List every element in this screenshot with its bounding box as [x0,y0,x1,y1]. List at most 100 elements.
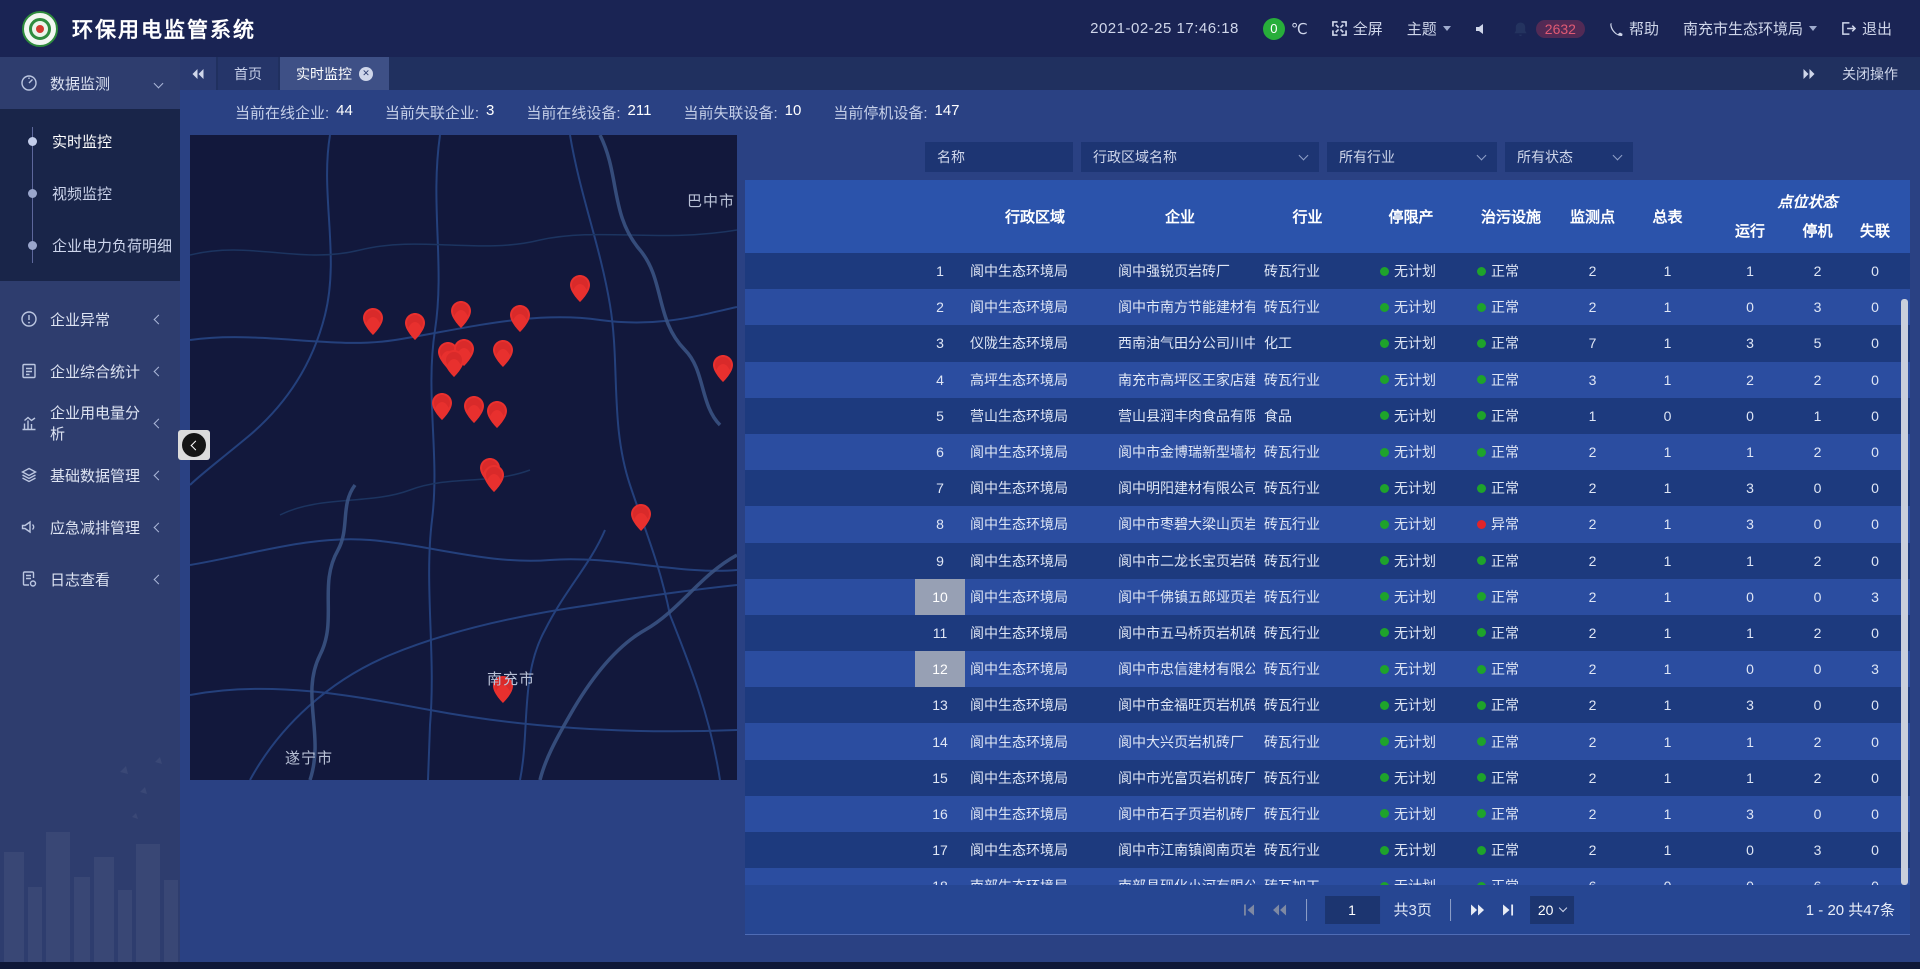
cell-company: 阆中大兴页岩机砖厂 [1105,732,1255,752]
sidebar-item-power-load-detail[interactable]: 企业电力负荷明细 [0,219,180,271]
sidebar-item-video-monitoring[interactable]: 视频监控 [0,167,180,219]
map-pin[interactable] [570,275,590,302]
map-pin[interactable] [432,393,452,420]
map-pin[interactable] [451,301,471,328]
bell-icon [1513,21,1528,37]
map-pin[interactable] [484,465,504,492]
cell-run: 0 [1710,589,1790,605]
tab-realtime-monitoring[interactable]: 实时监控 ✕ [280,57,389,90]
cell-region: 阆中生态环境局 [965,695,1105,715]
table-row[interactable]: 12 阆中生态环境局 阆中市忠信建材有限公 砖瓦行业 无计划 正常 2 1 0 … [745,651,1910,687]
cell-plan: 无计划 [1360,804,1462,824]
temperature-display: 0 ℃ [1263,18,1308,40]
first-page-button[interactable] [1241,903,1257,917]
cell-facility: 正常 [1462,623,1560,643]
cell-facility: 正常 [1462,261,1560,281]
map-pin[interactable] [487,401,507,428]
status-dot-icon [1477,375,1486,384]
fullscreen-button[interactable]: 全屏 [1332,18,1383,39]
col-run: 运行 [1710,214,1790,253]
map-pin[interactable] [444,350,464,377]
name-filter-input[interactable] [925,142,1073,172]
table-row[interactable]: 17 阆中生态环境局 阆中市江南镇阆南页岩 砖瓦行业 无计划 正常 2 1 0 … [745,832,1910,868]
next-page-button[interactable] [1469,903,1486,917]
table-row[interactable]: 4 高坪生态环境局 南充市高坪区王家店建 砖瓦行业 无计划 正常 3 1 2 2… [745,362,1910,398]
cell-company: 阆中强锐页岩砖厂 [1105,261,1255,281]
map[interactable]: 巴中市南充市遂宁市 [190,135,737,780]
cell-plan: 无计划 [1360,659,1462,679]
map-pin[interactable] [493,340,513,367]
help-button[interactable]: 帮助 [1609,18,1659,39]
table-row[interactable]: 14 阆中生态环境局 阆中大兴页岩机砖厂 砖瓦行业 无计划 正常 2 1 1 2… [745,723,1910,759]
close-tab-icon[interactable]: ✕ [359,67,373,81]
layers-icon [20,466,38,484]
chevron-left-icon [154,418,164,428]
cell-company: 阆中市光富页岩机砖厂 [1105,768,1255,788]
map-pin[interactable] [464,396,484,423]
sidebar-item-log-view[interactable]: 日志查看 [0,553,180,605]
table-row[interactable]: 10 阆中生态环境局 阆中千佛镇五郎垭页岩 砖瓦行业 无计划 正常 2 1 0 … [745,579,1910,615]
table-row[interactable]: 18 南部生态环境局 南部县砚化小河有限公 砖瓦加工 无计划 正常 6 0 0 … [745,868,1910,885]
sidebar-item-base-data[interactable]: 基础数据管理 [0,449,180,501]
cell-lost: 0 [1845,625,1905,641]
pagination-bar: 共3页 20 [745,885,1910,935]
cell-lost: 0 [1845,734,1905,750]
table-row[interactable]: 8 阆中生态环境局 阆中市枣碧大梁山页岩 砖瓦行业 无计划 异常 2 1 3 0… [745,506,1910,542]
prev-page-button[interactable] [1271,903,1288,917]
sidebar-item-realtime-monitoring[interactable]: 实时监控 [0,115,180,167]
table-row[interactable]: 15 阆中生态环境局 阆中市光富页岩机砖厂 砖瓦行业 无计划 正常 2 1 1 … [745,760,1910,796]
region-filter-select[interactable]: 行政区域名称 [1081,142,1319,172]
table-row[interactable]: 3 仪陇生态环境局 西南油气田分公司川中 化工 无计划 正常 7 1 3 5 0 [745,325,1910,361]
close-operations-button[interactable]: 关闭操作 [1842,64,1898,84]
double-chevron-right-icon[interactable] [1802,68,1816,80]
map-pin[interactable] [631,504,651,531]
industry-filter-select[interactable]: 所有行业 [1327,142,1497,172]
table-row[interactable]: 7 阆中生态环境局 阆中明阳建材有限公司 砖瓦行业 无计划 正常 2 1 3 0… [745,470,1910,506]
stats-icon [20,362,38,380]
scroll-tabs-left-button[interactable] [180,57,216,90]
page-number-input[interactable] [1325,896,1380,924]
map-pin[interactable] [510,305,530,332]
sidebar-collapse-button[interactable] [178,430,210,460]
map-pin[interactable] [713,355,733,382]
user-menu[interactable]: 南充市生态环境局 [1683,18,1817,39]
cell-run: 0 [1710,878,1790,885]
table-row[interactable]: 1 阆中生态环境局 阆中强锐页岩砖厂 砖瓦行业 无计划 正常 2 1 1 2 0 [745,253,1910,289]
bottom-strip [0,962,1920,969]
col-industry: 行业 [1255,180,1360,253]
mute-button[interactable] [1475,22,1489,36]
cell-industry: 砖瓦行业 [1255,587,1360,607]
table-scrollbar[interactable] [1901,299,1908,885]
cell-facility: 正常 [1462,442,1560,462]
table-row[interactable]: 5 营山生态环境局 营山县润丰肉食品有限 食品 无计划 正常 1 0 0 1 0 [745,398,1910,434]
table-row[interactable]: 16 阆中生态环境局 阆中市石子页岩机砖厂 砖瓦行业 无计划 正常 2 1 3 … [745,796,1910,832]
notifications-button[interactable]: 2632 [1513,20,1585,38]
sidebar-item-enterprise-abnormal[interactable]: 企业异常 [0,293,180,345]
last-page-button[interactable] [1500,903,1516,917]
cell-plan: 无计划 [1360,442,1462,462]
status-dot-icon [1477,773,1486,782]
table-row[interactable]: 2 阆中生态环境局 阆中市南方节能建材有 砖瓦行业 无计划 正常 2 1 0 3… [745,289,1910,325]
cell-facility: 正常 [1462,876,1560,885]
sidebar-item-enterprise-statistics[interactable]: 企业综合统计 [0,345,180,397]
cell-run: 2 [1710,372,1790,388]
theme-dropdown[interactable]: 主题 [1407,18,1451,39]
sidebar-item-data-monitoring[interactable]: 数据监测 [0,57,180,109]
table-row[interactable]: 6 阆中生态环境局 阆中市金博瑞新型墙材 砖瓦行业 无计划 正常 2 1 1 2… [745,434,1910,470]
cell-meter: 1 [1625,734,1710,750]
table-row[interactable]: 13 阆中生态环境局 阆中市金福旺页岩机砖 砖瓦行业 无计划 正常 2 1 3 … [745,687,1910,723]
cell-points: 2 [1560,263,1625,279]
cell-lost: 0 [1845,697,1905,713]
map-pin[interactable] [405,313,425,340]
tab-home[interactable]: 首页 [218,57,278,90]
map-pin[interactable] [363,308,383,335]
sidebar-item-power-analysis[interactable]: 企业用电量分析 [0,397,180,449]
status-filter-select[interactable]: 所有状态 [1505,142,1633,172]
cell-facility: 正常 [1462,587,1560,607]
status-dot-icon [1380,303,1389,312]
sidebar-item-emergency-reduction[interactable]: 应急减排管理 [0,501,180,553]
table-row[interactable]: 11 阆中生态环境局 阆中市五马桥页岩机砖 砖瓦行业 无计划 正常 2 1 1 … [745,615,1910,651]
logout-button[interactable]: 退出 [1841,18,1892,39]
page-size-select[interactable]: 20 [1530,896,1575,924]
table-row[interactable]: 9 阆中生态环境局 阆中市二龙长宝页岩砖 砖瓦行业 无计划 正常 2 1 1 2… [745,543,1910,579]
